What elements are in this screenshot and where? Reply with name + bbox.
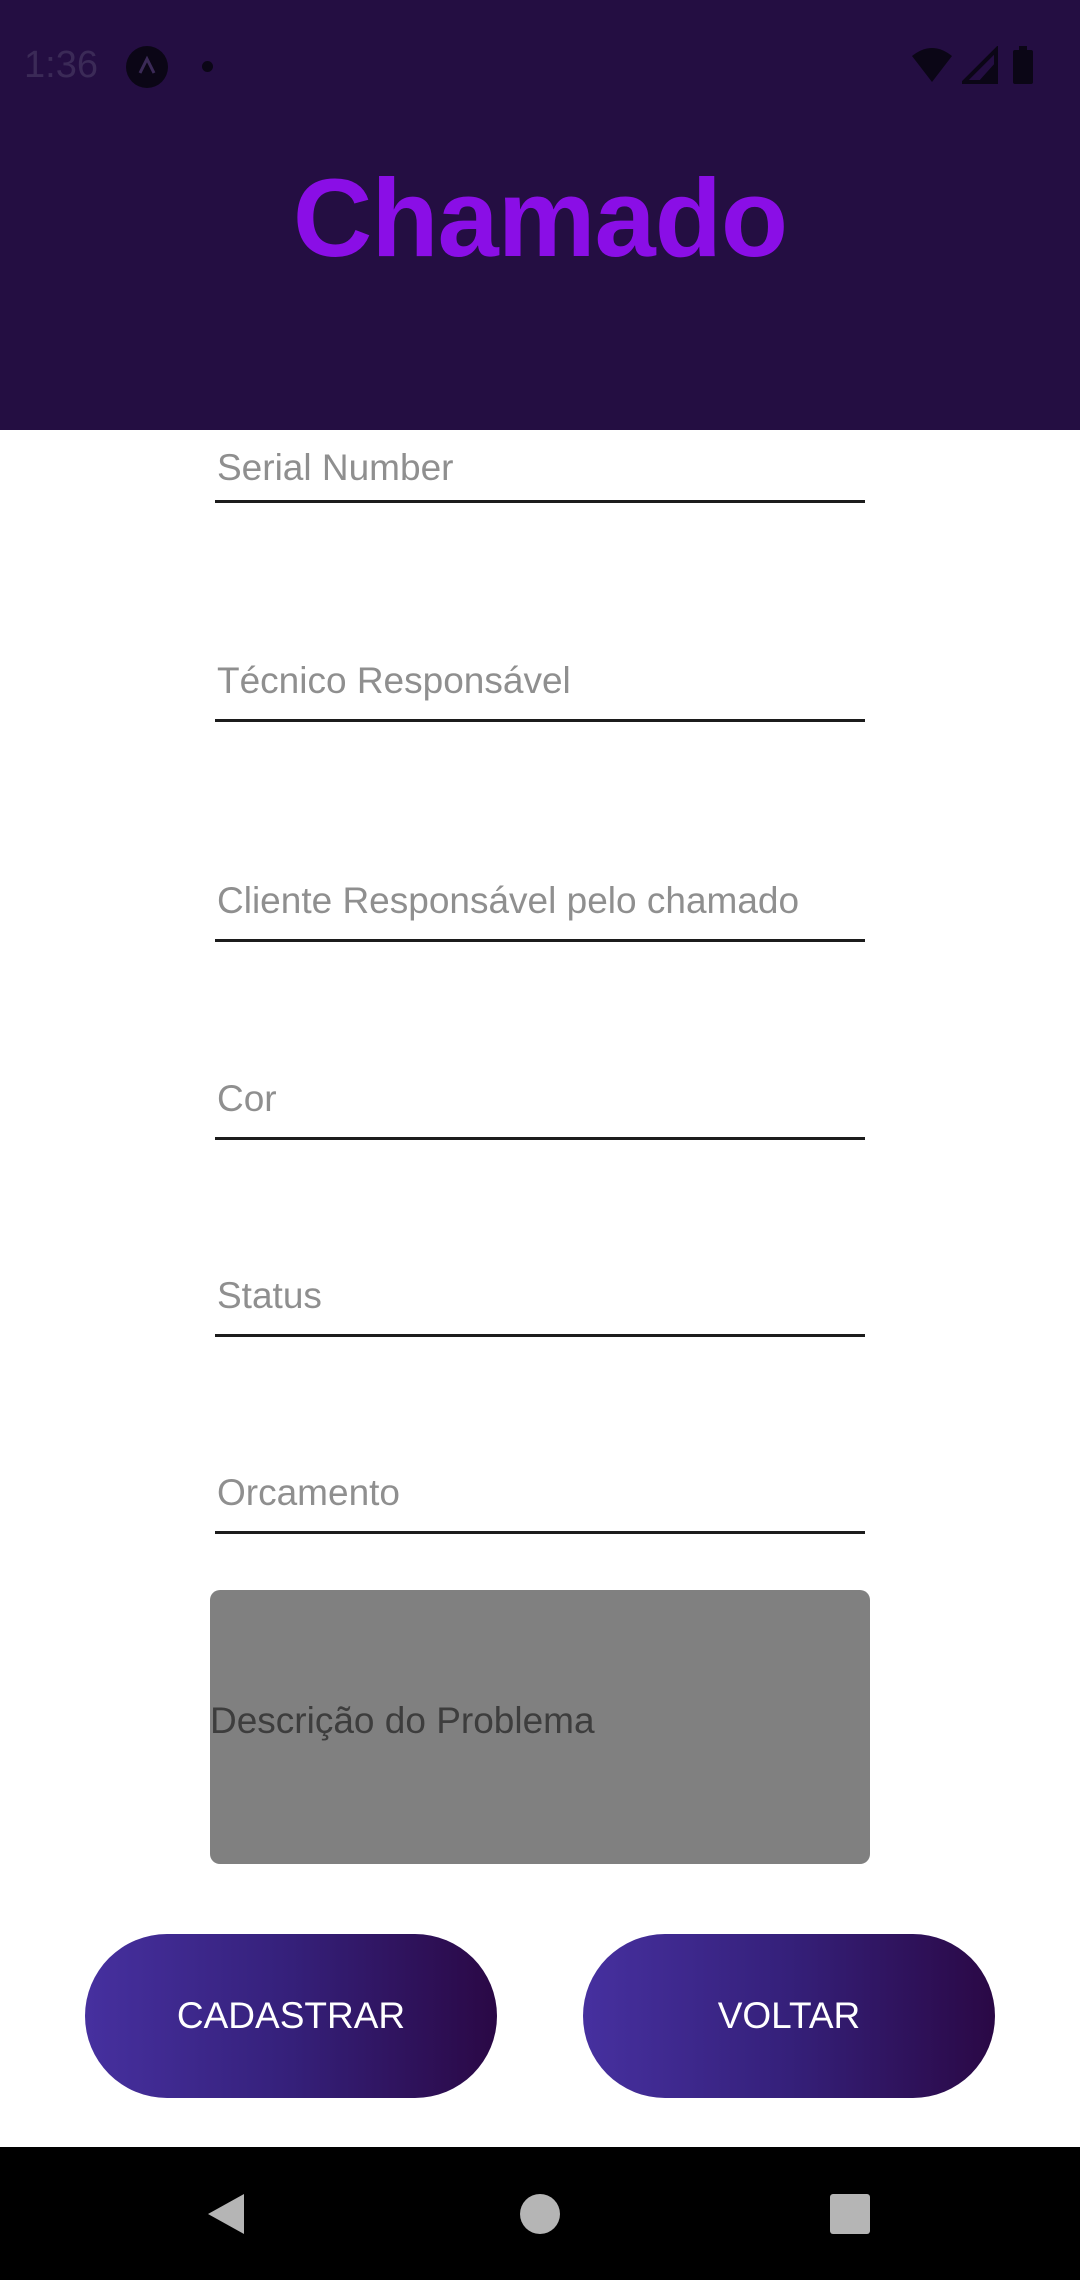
orcamento-input[interactable] [215,1454,865,1531]
page-title: Chamado [292,157,788,280]
descricao-problema-input[interactable] [210,1700,870,1760]
cor-field[interactable] [215,1060,865,1140]
serial-number-field[interactable] [215,436,865,503]
recents-icon[interactable] [790,2147,910,2280]
status-field[interactable] [215,1257,865,1337]
home-icon[interactable] [480,2147,600,2280]
app-notification-icon [126,46,168,88]
cliente-responsavel-input[interactable] [215,862,865,939]
tecnico-responsavel-field[interactable] [215,642,865,722]
status-bar: 1:36 [0,0,1080,136]
back-icon[interactable] [166,2147,286,2280]
status-icons [910,46,1060,86]
screen: 1:36 Chamado Serial Number Técnico Respo… [0,0,1080,2280]
descricao-problema-box[interactable] [210,1590,870,1864]
header: 1:36 Chamado [0,0,1080,430]
cor-input[interactable] [215,1060,865,1137]
signal-icon [962,46,998,84]
orcamento-field[interactable] [215,1454,865,1534]
voltar-button[interactable]: VOLTAR [583,1934,995,2098]
battery-icon [1013,46,1033,84]
navigation-bar [0,2147,1080,2280]
wifi-icon [912,48,952,82]
cliente-responsavel-field[interactable] [215,862,865,942]
dot-icon [202,61,213,72]
tecnico-responsavel-input[interactable] [215,642,865,719]
status-time: 1:36 [24,44,98,86]
status-input[interactable] [215,1257,865,1334]
serial-number-input[interactable] [215,436,865,500]
cadastrar-button[interactable]: CADASTRAR [85,1934,497,2098]
